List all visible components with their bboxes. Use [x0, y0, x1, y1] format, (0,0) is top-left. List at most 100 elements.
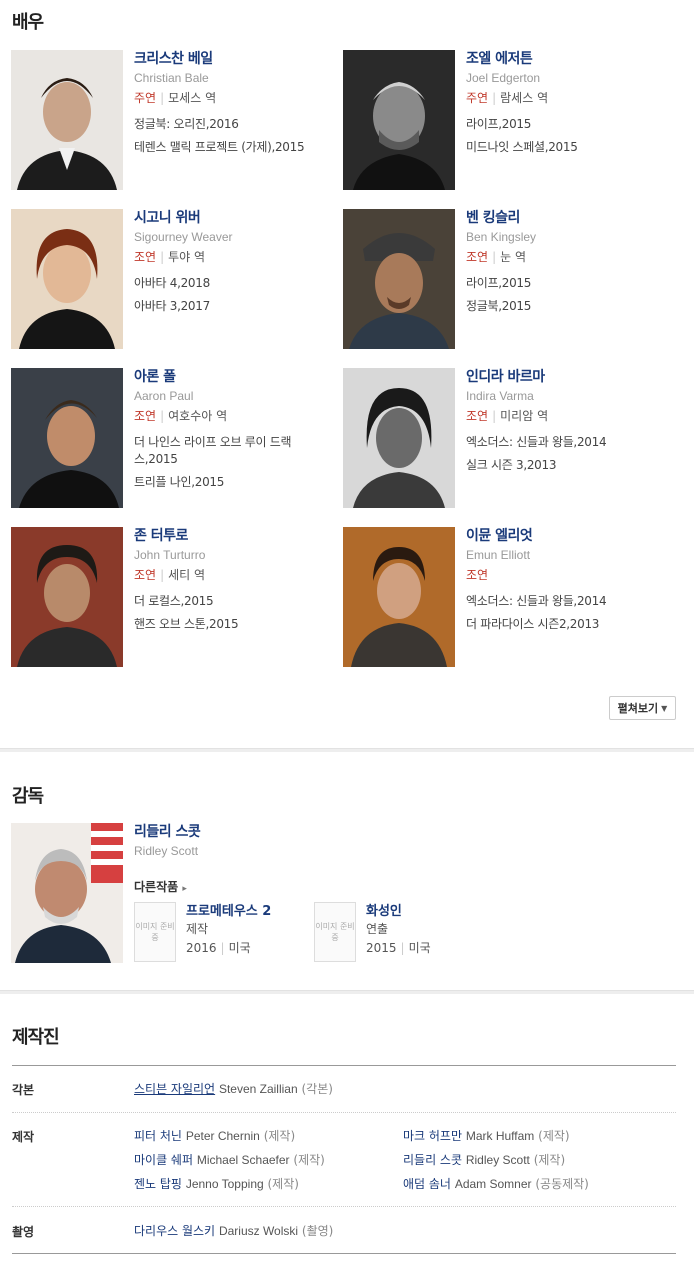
- crew-role: (제작): [263, 1129, 296, 1143]
- actor-name-ko[interactable]: 이뮨 엘리엇: [466, 525, 666, 545]
- work-link[interactable]: 더 나인스 라이프 오브 루이 드랙스,2015: [134, 434, 334, 468]
- crew-name-en: Adam Somner: [454, 1177, 532, 1191]
- work-link[interactable]: 트리플 나인,2015: [134, 474, 334, 491]
- director-name-en: Ridley Scott: [134, 844, 199, 858]
- actor-name-en: Ben Kingsley: [466, 230, 537, 244]
- actor-photo[interactable]: [11, 50, 123, 190]
- actor-photo[interactable]: [11, 527, 123, 667]
- work-link[interactable]: 더 로컬스,2015: [134, 593, 334, 610]
- actor-name-ko[interactable]: 아론 폴: [134, 366, 334, 386]
- work-link[interactable]: 테렌스 맬릭 프로젝트 (가제),2015: [134, 139, 334, 156]
- work-link[interactable]: 더 파라다이스 시즌2,2013: [466, 616, 666, 633]
- role-name: 모세스 역: [168, 91, 217, 105]
- crew-role: (제작): [538, 1129, 570, 1143]
- crew-name-en: Michael Schaefer: [196, 1153, 290, 1167]
- work-country: 미국: [228, 941, 251, 955]
- crew-label-production: 제작: [12, 1130, 35, 1144]
- crew-bottom-rule: [12, 1253, 676, 1254]
- role-name: 눈 역: [500, 250, 527, 264]
- work-link[interactable]: 엑소더스: 신들과 왕들,2014: [466, 593, 666, 610]
- actor-role: 주연 | 람세스 역: [466, 89, 666, 106]
- actor-photo[interactable]: [343, 209, 455, 349]
- actor-works: 더 로컬스,2015 핸즈 오브 스톤,2015: [134, 593, 334, 633]
- crew-entry[interactable]: 젠노 탑핑 Jenno Topping (제작): [134, 1175, 299, 1192]
- actor-photo[interactable]: [11, 368, 123, 508]
- actor-name-ko[interactable]: 인디라 바르마: [466, 366, 666, 386]
- actor-works: 엑소더스: 신들과 왕들,2014 더 파라다이스 시즌2,2013: [466, 593, 666, 633]
- director-section-title: 감독: [12, 786, 44, 807]
- crew-entry[interactable]: 리들리 스콧 Ridley Scott (제작): [403, 1151, 565, 1168]
- separator: |: [160, 409, 165, 423]
- director-work-title[interactable]: 화성인: [366, 900, 402, 919]
- work-thumbnail-placeholder[interactable]: 이미지 준비중: [134, 902, 176, 962]
- actor-name-ko[interactable]: 조엘 에저튼: [466, 48, 666, 68]
- role-name: 람세스 역: [500, 91, 549, 105]
- crew-entry[interactable]: 피터 처닌 Peter Chernin (제작): [134, 1127, 295, 1144]
- separator: |: [220, 941, 225, 955]
- section-divider: [0, 990, 694, 994]
- actor-name-en: Joel Edgerton: [466, 71, 541, 85]
- crew-name-ko[interactable]: 리들리 스콧: [403, 1153, 462, 1167]
- actor-photo[interactable]: [343, 527, 455, 667]
- crew-entry[interactable]: 마이클 쉐퍼 Michael Schaefer (제작): [134, 1151, 325, 1168]
- actor-name-en: Sigourney Weaver: [134, 230, 233, 244]
- crew-name-ko[interactable]: 애덤 솜너: [403, 1177, 451, 1191]
- work-thumbnail-placeholder[interactable]: 이미지 준비중: [314, 902, 356, 962]
- crew-label-cinematography: 촬영: [12, 1225, 35, 1239]
- actor-name-en: Christian Bale: [134, 71, 209, 85]
- crew-name-ko[interactable]: 스티븐 자일리언: [134, 1082, 215, 1096]
- crew-entry[interactable]: 마크 허프만 Mark Huffam (제작): [403, 1127, 570, 1144]
- role-type: 주연: [466, 91, 489, 105]
- actor-photo[interactable]: [343, 50, 455, 190]
- crew-name-ko[interactable]: 마이클 쉐퍼: [134, 1153, 193, 1167]
- actor-card: 벤 킹슬리 Ben Kingsley 조연 | 눈 역 라이프,2015 정글북,2…: [466, 207, 666, 321]
- actor-card: 시고니 위버 Sigourney Weaver 조연 | 투야 역 아바타 4,20…: [134, 207, 334, 321]
- work-link[interactable]: 핸즈 오브 스톤,2015: [134, 616, 334, 633]
- crew-name-ko[interactable]: 젠노 탑핑: [134, 1177, 182, 1191]
- director-work-role: 제작: [186, 922, 209, 936]
- crew-entry[interactable]: 스티븐 자일리언 Steven Zaillian (각본): [134, 1080, 333, 1097]
- director-name-ko[interactable]: 리들리 스콧: [134, 821, 201, 841]
- actor-name-ko[interactable]: 시고니 위버: [134, 207, 334, 227]
- work-link[interactable]: 라이프,2015: [466, 116, 666, 133]
- director-work-meta: 2016 | 미국: [186, 939, 251, 956]
- crew-name-ko[interactable]: 피터 처닌: [134, 1129, 182, 1143]
- actor-works: 엑소더스: 신들과 왕들,2014 실크 시즌 3,2013: [466, 434, 666, 474]
- director-work-title[interactable]: 프로메테우스 2: [186, 900, 271, 919]
- work-link[interactable]: 엑소더스: 신들과 왕들,2014: [466, 434, 666, 451]
- crew-row-divider: [12, 1206, 676, 1207]
- work-link[interactable]: 아바타 4,2018: [134, 275, 334, 292]
- actor-card: 크리스찬 베일 Christian Bale 주연 | 모세스 역 정글북: 오리진…: [134, 48, 334, 162]
- actor-photo[interactable]: [11, 209, 123, 349]
- director-photo[interactable]: [11, 823, 123, 963]
- work-link[interactable]: 정글북,2015: [466, 298, 666, 315]
- crew-name-ko[interactable]: 마크 허프만: [403, 1129, 462, 1143]
- work-link[interactable]: 아바타 3,2017: [134, 298, 334, 315]
- separator: |: [492, 250, 497, 264]
- crew-name-en: Dariusz Wolski: [218, 1224, 299, 1238]
- crew-role: (제작): [293, 1153, 325, 1167]
- work-link[interactable]: 정글북: 오리진,2016: [134, 116, 334, 133]
- work-link[interactable]: 미드나잇 스페셜,2015: [466, 139, 666, 156]
- actor-name-ko[interactable]: 벤 킹슬리: [466, 207, 666, 227]
- work-link[interactable]: 라이프,2015: [466, 275, 666, 292]
- crew-entry[interactable]: 애덤 솜너 Adam Somner (공동제작): [403, 1175, 589, 1192]
- actor-name-en: Indira Varma: [466, 389, 534, 403]
- role-type: 조연: [466, 568, 489, 582]
- crew-entry[interactable]: 다리우스 월스키 Dariusz Wolski (촬영): [134, 1222, 333, 1239]
- expand-button[interactable]: 펼쳐보기 ▼: [609, 696, 676, 720]
- actor-card: 조엘 에저튼 Joel Edgerton 주연 | 람세스 역 라이프,2015 미…: [466, 48, 666, 162]
- actor-name-ko[interactable]: 크리스찬 베일: [134, 48, 334, 68]
- actor-name-ko[interactable]: 존 터투로: [134, 525, 334, 545]
- work-country: 미국: [408, 941, 431, 955]
- other-works-label[interactable]: 다른작품 ▸: [134, 878, 187, 895]
- crew-role: (촬영): [301, 1224, 334, 1238]
- actor-role: 조연 | 투야 역: [134, 248, 334, 265]
- actor-card: 인디라 바르마 Indira Varma 조연 | 미리암 역 엑소더스: 신들과 …: [466, 366, 666, 480]
- crew-section-title: 제작진: [12, 1027, 60, 1048]
- crew-name-ko[interactable]: 다리우스 월스키: [134, 1224, 215, 1238]
- chevron-right-icon: ▸: [182, 884, 187, 894]
- crew-role: (공동제작): [535, 1177, 589, 1191]
- actor-photo[interactable]: [343, 368, 455, 508]
- work-link[interactable]: 실크 시즌 3,2013: [466, 457, 666, 474]
